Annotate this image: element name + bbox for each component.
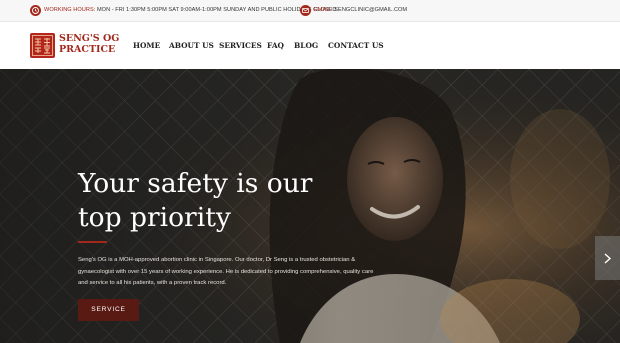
clinic-name[interactable]: SENG'S OG PRACTICE xyxy=(59,33,120,55)
working-hours: WORKING HOURS: MON - FRI 1:30PM 5:00PM S… xyxy=(44,6,336,15)
top-info-bar: WORKING HOURS: MON - FRI 1:30PM 5:00PM S… xyxy=(0,0,620,22)
service-button[interactable]: SERVICE xyxy=(78,299,139,321)
clock-icon xyxy=(30,5,41,16)
clinic-name-line1: SENG'S OG xyxy=(59,33,120,44)
nav-faq[interactable]: FAQ xyxy=(267,41,284,50)
hero-slider: Your safety is our top priority Seng's O… xyxy=(0,69,620,343)
email-info: EMAIL: SENGCLINIC@GMAIL.COM xyxy=(314,6,407,15)
hero-title: Your safety is our top priority xyxy=(78,167,398,235)
nav-services[interactable]: SERVICES xyxy=(219,41,262,50)
site-header: SENG'S OG PRACTICE HOME ABOUT US SERVICE… xyxy=(0,22,620,69)
nav-about-us[interactable]: ABOUT US xyxy=(169,41,214,50)
hero-divider xyxy=(78,241,107,243)
hero-title-line1: Your safety is our xyxy=(78,168,313,199)
slider-next-button[interactable] xyxy=(595,236,620,280)
chevron-right-icon xyxy=(604,253,612,264)
email-link[interactable]: SENGCLINIC@GMAIL.COM xyxy=(334,7,407,13)
nav-contact-us[interactable]: CONTACT US xyxy=(328,41,384,50)
hero-description: Seng's OG is a MOH-approved abortion cli… xyxy=(78,257,374,286)
working-hours-label: WORKING HOURS: xyxy=(44,7,96,13)
nav-blog[interactable]: BLOG xyxy=(294,41,318,50)
email-label: EMAIL: xyxy=(314,7,333,13)
nav-home[interactable]: HOME xyxy=(133,41,160,50)
envelope-icon xyxy=(300,5,311,16)
hero-title-line2: top priority xyxy=(78,202,231,233)
clinic-name-line2: PRACTICE xyxy=(59,43,116,55)
clinic-logo-icon[interactable] xyxy=(30,33,55,58)
